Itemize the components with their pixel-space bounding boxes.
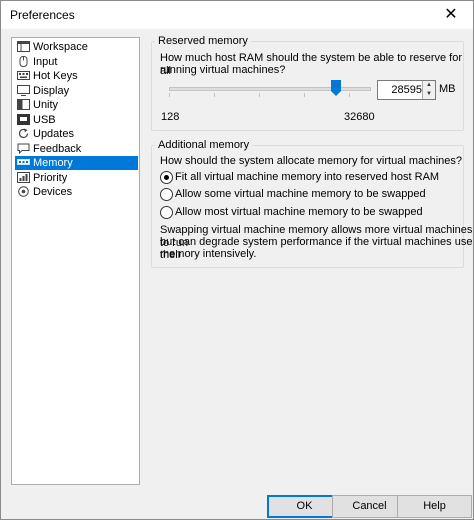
close-icon[interactable]: ✕: [429, 1, 473, 29]
nav-item-input[interactable]: Input: [15, 55, 138, 69]
slider-tick: [349, 93, 350, 97]
nav-item-memory[interactable]: Memory: [15, 156, 138, 170]
reserved-memory-value[interactable]: 28595: [378, 81, 422, 99]
nav-item-label: USB: [33, 114, 56, 126]
category-list: Workspace Input Hot Keys Display Unity U…: [11, 37, 140, 485]
nav-item-usb[interactable]: USB: [15, 113, 138, 127]
additional-question: How should the system allocate memory fo…: [160, 155, 463, 167]
swap-note-line3: memory intensively.: [160, 248, 257, 260]
reserved-memory-slider-thumb[interactable]: [331, 80, 341, 96]
window-title: Preferences: [10, 8, 75, 22]
nav-item-label: Updates: [33, 128, 74, 140]
memory-unit-label: MB: [439, 83, 456, 95]
devices-icon: [18, 186, 29, 197]
workspace-icon: [17, 41, 30, 52]
nav-item-priority[interactable]: Priority: [15, 171, 138, 185]
nav-item-label: Input: [33, 56, 58, 68]
preferences-window: Preferences ✕ Workspace Input Hot Keys D…: [0, 0, 474, 520]
title-bar: Preferences ✕: [1, 1, 473, 29]
nav-item-unity[interactable]: Unity: [15, 98, 138, 112]
nav-item-updates[interactable]: Updates: [15, 127, 138, 141]
usb-icon: [17, 114, 30, 125]
nav-item-label: Display: [33, 85, 70, 97]
radio-allow-most-label[interactable]: Allow most virtual machine memory to be …: [175, 206, 423, 219]
additional-memory-legend: Additional memory: [155, 139, 253, 151]
radio-fit-all-label[interactable]: Fit all virtual machine memory into rese…: [175, 171, 439, 184]
radio-fit-all[interactable]: [160, 171, 173, 184]
priority-icon: [17, 172, 30, 183]
hot-keys-icon: [17, 71, 30, 80]
slider-tick: [169, 93, 170, 97]
nav-item-feedback[interactable]: Feedback: [15, 142, 138, 156]
radio-allow-some[interactable]: [160, 188, 173, 201]
slider-tick: [304, 93, 305, 97]
nav-item-label: Unity: [33, 99, 59, 111]
reserved-memory-legend: Reserved memory: [155, 35, 251, 47]
input-icon: [19, 56, 28, 67]
cancel-button[interactable]: Cancel: [332, 495, 407, 518]
nav-item-label: Workspace: [33, 41, 88, 53]
nav-item-label: Hot Keys: [33, 70, 78, 82]
slider-max-label: 32680: [344, 111, 375, 123]
nav-item-display[interactable]: Display: [15, 84, 138, 98]
radio-allow-most[interactable]: [160, 206, 173, 219]
nav-item-label: Devices: [33, 186, 73, 198]
display-icon: [17, 85, 30, 96]
slider-min-label: 128: [161, 111, 180, 123]
nav-item-workspace[interactable]: Workspace: [15, 40, 138, 54]
radio-allow-some-label[interactable]: Allow some virtual machine memory to be …: [175, 188, 426, 201]
reserved-memory-spinbox[interactable]: 28595 ▲ ▼: [377, 80, 436, 100]
spin-buttons: ▲ ▼: [422, 81, 435, 99]
updates-icon: [18, 128, 29, 139]
help-button[interactable]: Help: [397, 495, 472, 518]
ok-button[interactable]: OK: [267, 495, 342, 518]
nav-item-label: Priority: [33, 172, 68, 184]
slider-tick: [214, 93, 215, 97]
nav-item-hot-keys[interactable]: Hot Keys: [15, 69, 138, 83]
radio-selected-dot: [164, 175, 169, 180]
slider-tick: [259, 93, 260, 97]
nav-item-label: Feedback: [33, 143, 82, 155]
spin-down-icon[interactable]: ▼: [423, 90, 435, 99]
memory-icon: [17, 159, 30, 165]
unity-icon: [17, 99, 30, 110]
feedback-icon: [17, 143, 30, 154]
nav-item-label: Memory: [33, 157, 73, 169]
nav-item-devices[interactable]: Devices: [15, 185, 138, 199]
reserved-question-line2: running virtual machines?: [160, 64, 286, 76]
